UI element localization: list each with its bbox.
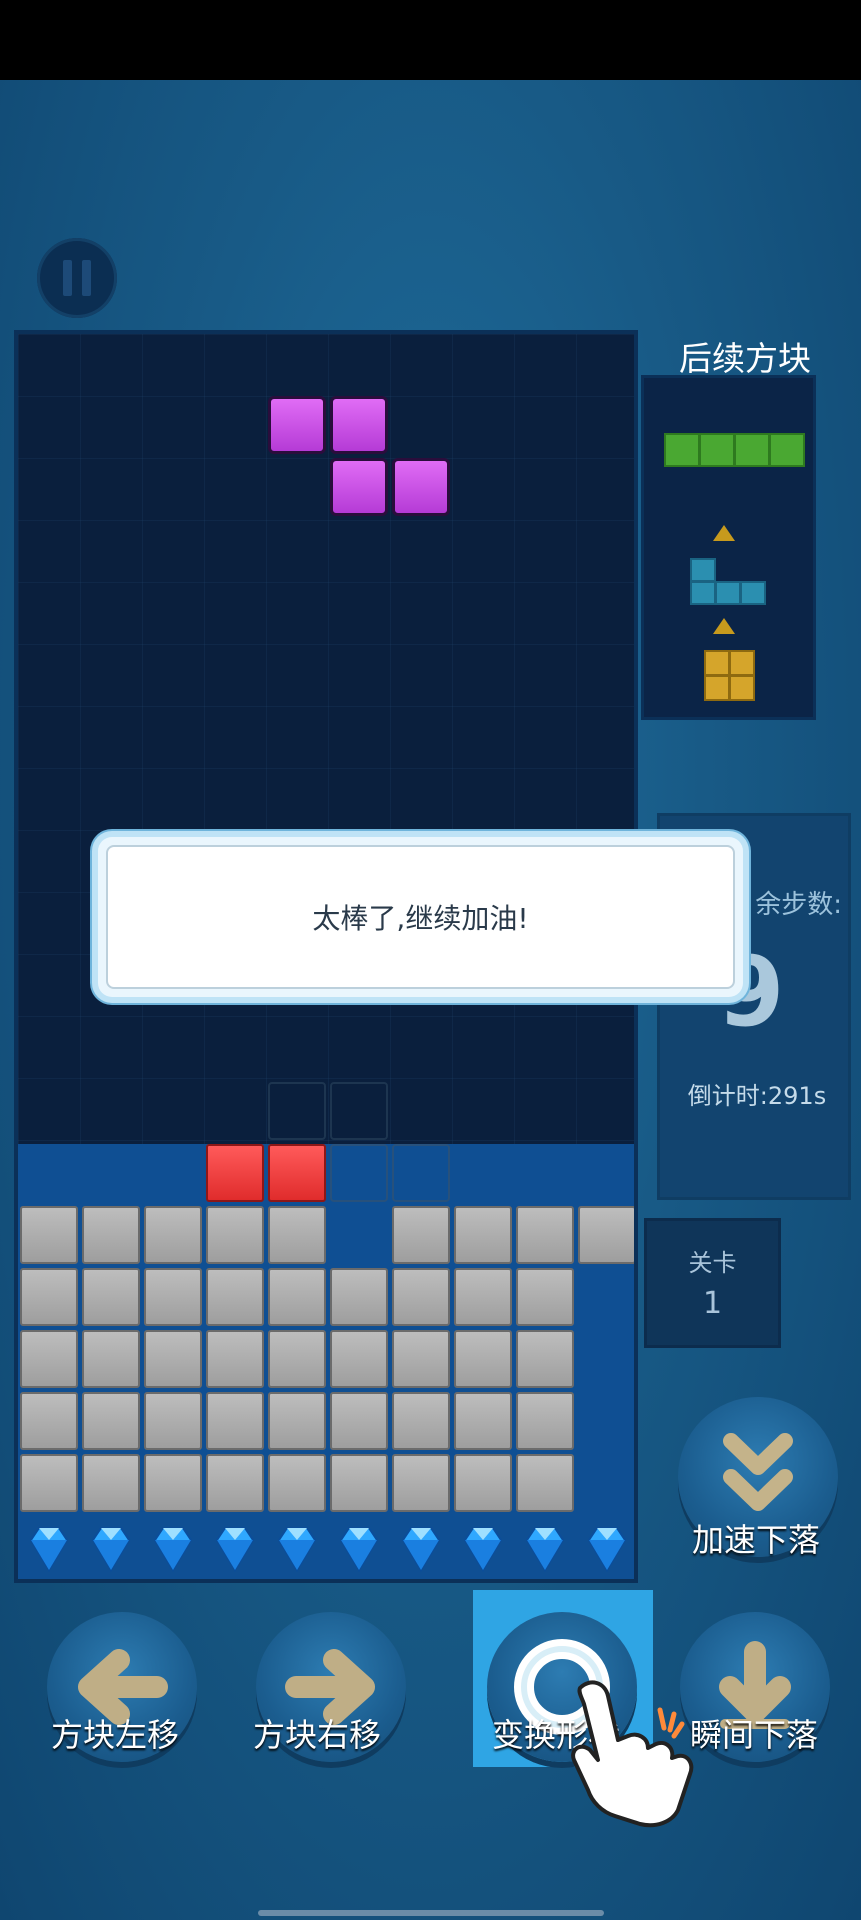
filled-block <box>206 1454 264 1512</box>
filled-block <box>454 1268 512 1326</box>
game-screen: 后续方块 余步数: 9 倒计时:291s 关卡 1 太棒了,继续加油! 加速下落… <box>0 0 861 1920</box>
filled-block <box>516 1454 574 1512</box>
pause-button[interactable] <box>37 238 117 318</box>
countdown-timer: 倒计时:291s <box>687 1082 827 1110</box>
next-blocks-panel <box>641 375 816 720</box>
filled-block <box>82 1206 140 1264</box>
filled-block <box>330 1454 388 1512</box>
diamond-icon <box>339 1527 379 1572</box>
filled-block <box>330 1330 388 1388</box>
filled-block <box>20 1268 78 1326</box>
filled-block <box>82 1454 140 1512</box>
next-piece-blue <box>690 581 716 605</box>
speed-drop-label: 加速下落 <box>692 1521 821 1559</box>
filled-block <box>392 1206 450 1264</box>
filled-block <box>578 1206 634 1264</box>
filled-block <box>82 1268 140 1326</box>
level-panel: 关卡 1 <box>644 1218 781 1348</box>
filled-block <box>82 1330 140 1388</box>
ghost-block <box>330 1144 388 1202</box>
filled-block <box>268 1392 326 1450</box>
ghost-block <box>330 1082 388 1140</box>
filled-block <box>454 1454 512 1512</box>
red-block <box>206 1144 264 1202</box>
pause-icon-bar <box>82 260 91 296</box>
filled-block <box>206 1392 264 1450</box>
filled-block <box>454 1392 512 1450</box>
next-piece-yellow <box>704 675 730 701</box>
next-piece-green <box>699 433 735 467</box>
filled-block <box>20 1454 78 1512</box>
active-piece-block <box>268 396 326 454</box>
filled-block <box>144 1268 202 1326</box>
ghost-block <box>268 1082 326 1140</box>
active-piece-block <box>330 396 388 454</box>
home-indicator <box>258 1910 604 1916</box>
red-block <box>268 1144 326 1202</box>
filled-block <box>454 1330 512 1388</box>
filled-block <box>516 1206 574 1264</box>
dialog-message: 太棒了,继续加油! <box>312 902 529 935</box>
filled-block <box>206 1330 264 1388</box>
filled-block <box>516 1392 574 1450</box>
diamond-icon <box>91 1527 131 1572</box>
next-piece-blue <box>715 581 741 605</box>
filled-block <box>392 1454 450 1512</box>
filled-block <box>82 1392 140 1450</box>
diamond-icon <box>587 1527 627 1572</box>
filled-block <box>392 1330 450 1388</box>
level-label: 关卡 <box>688 1249 737 1277</box>
next-piece-blue <box>690 558 716 582</box>
status-bar <box>0 0 861 80</box>
filled-block <box>454 1206 512 1264</box>
next-piece-yellow <box>729 650 755 676</box>
filled-block <box>206 1206 264 1264</box>
filled-block <box>516 1330 574 1388</box>
diamond-icon <box>29 1527 69 1572</box>
active-piece-block <box>392 458 450 516</box>
move-left-label: 方块左移 <box>51 1716 180 1754</box>
filled-block <box>268 1330 326 1388</box>
filled-block <box>392 1268 450 1326</box>
next-piece-yellow <box>729 675 755 701</box>
next-piece-green <box>769 433 805 467</box>
filled-block <box>20 1330 78 1388</box>
filled-block <box>330 1392 388 1450</box>
next-piece-yellow <box>704 650 730 676</box>
filled-block <box>206 1268 264 1326</box>
message-dialog: 太棒了,继续加油! <box>98 837 743 997</box>
active-piece-block <box>330 458 388 516</box>
arrow-up-icon <box>713 525 735 541</box>
next-blocks-title: 后续方块 <box>679 339 811 378</box>
level-value: 1 <box>702 1286 723 1321</box>
filled-block <box>392 1392 450 1450</box>
diamond-icon <box>277 1527 317 1572</box>
diamond-icon <box>525 1527 565 1572</box>
diamond-icon <box>463 1527 503 1572</box>
filled-block <box>330 1268 388 1326</box>
filled-block <box>20 1392 78 1450</box>
next-piece-blue <box>740 581 766 605</box>
ghost-block <box>392 1144 450 1202</box>
filled-block <box>144 1330 202 1388</box>
pause-icon <box>63 260 72 296</box>
tutorial-hand-icon <box>571 1680 694 1828</box>
filled-block <box>268 1268 326 1326</box>
filled-block <box>268 1206 326 1264</box>
diamond-icon <box>401 1527 441 1572</box>
next-piece-green <box>734 433 770 467</box>
diamond-icon <box>215 1527 255 1572</box>
arrow-up-icon <box>713 618 735 634</box>
filled-block <box>144 1454 202 1512</box>
filled-block <box>144 1392 202 1450</box>
filled-block <box>268 1454 326 1512</box>
diamond-icon <box>153 1527 193 1572</box>
next-piece-green <box>664 433 700 467</box>
filled-block <box>144 1206 202 1264</box>
filled-block <box>516 1268 574 1326</box>
filled-block <box>20 1206 78 1264</box>
move-right-label: 方块右移 <box>253 1716 382 1754</box>
